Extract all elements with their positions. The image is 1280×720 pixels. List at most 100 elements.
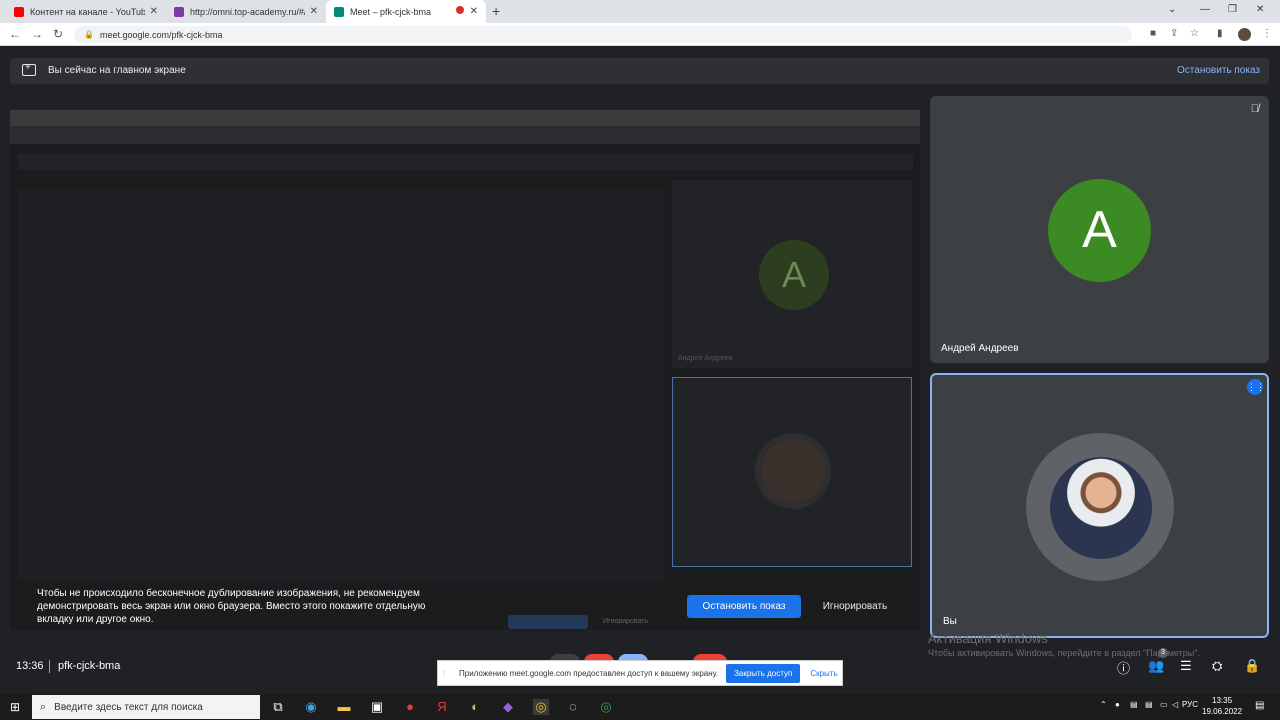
mirror-ignore: Игнорировать (603, 618, 649, 625)
chat-icon[interactable]: ☰ (1180, 658, 1192, 674)
tab-youtube[interactable]: Контент на канале - YouTube St ✕ (6, 0, 166, 23)
mic-tray-icon[interactable]: ● (1115, 700, 1120, 709)
tab-meet[interactable]: Meet – pfk-cjck-bma ✕ (326, 0, 486, 23)
profile-avatar[interactable] (1238, 28, 1251, 41)
meeting-code: pfk-cjck-bma (58, 660, 121, 672)
ignore-button[interactable]: Игнорировать (815, 595, 895, 618)
divider (49, 660, 50, 673)
chrome-active-icon[interactable]: ◎ (533, 699, 549, 715)
stop-presenting-button[interactable]: Остановить показ (687, 595, 801, 618)
menu-icon[interactable]: ⋮ (1262, 28, 1272, 39)
presentation-banner: Вы сейчас на главном экране Остановить п… (10, 58, 1269, 84)
url-text: meet.google.com/pfk-cjck-bma (99, 29, 223, 40)
share-icon[interactable]: ⇪ (1170, 28, 1178, 39)
participant-avatar: A (1048, 179, 1151, 282)
mirror-photo (755, 433, 831, 509)
meeting-clock: 13:36 (16, 660, 44, 672)
browser-tab-strip: Контент на канале - YouTube St ✕ http://… (0, 0, 1280, 23)
volume-icon[interactable]: ◁ (1172, 700, 1178, 709)
tab-search-icon[interactable]: ⌄ (1168, 4, 1176, 15)
mirror-avatar: A (759, 240, 829, 310)
participant-name: Вы (943, 616, 957, 627)
chrome-icon[interactable]: ◎ (598, 699, 614, 715)
close-window-button[interactable]: ✕ (1256, 4, 1264, 15)
yandex-icon[interactable]: Я (434, 699, 450, 715)
edge-icon[interactable]: ◉ (303, 699, 319, 715)
mirror-tabs (10, 110, 920, 126)
participant-name: Андрей Андреев (941, 343, 1019, 354)
search-icon: ⌕ (40, 700, 47, 713)
hide-button[interactable]: Скрыть (810, 669, 837, 678)
obs-icon[interactable]: ◌ (565, 699, 581, 715)
new-tab-button[interactable]: + (492, 3, 500, 19)
windows-start-icon[interactable]: ⊞ (10, 700, 20, 714)
tray-app-icon[interactable]: ▤ (1145, 700, 1153, 709)
participant-tile[interactable]: 🎙̸ A Андрей Андреев (930, 96, 1269, 363)
host-controls-icon[interactable]: 🔒 (1244, 658, 1260, 674)
tab-label: Контент на канале - YouTube St (30, 6, 145, 17)
mirror-stop-button (508, 615, 588, 629)
language-indicator[interactable]: РУС (1182, 700, 1198, 709)
battery-icon[interactable]: ▭ (1160, 700, 1168, 709)
speaking-indicator-icon: ⋮⋮ (1247, 379, 1265, 395)
lock-icon: 🔒 (84, 30, 94, 39)
taskbar-search[interactable]: ⌕ Введите здесь текст для поиска (32, 695, 260, 719)
self-tile[interactable]: ⋮⋮ Вы (930, 373, 1269, 638)
close-icon[interactable]: ✕ (150, 6, 158, 17)
present-icon (22, 62, 36, 76)
sharing-message: Приложению meet.google.com предоставлен … (459, 668, 719, 678)
camera-icon[interactable]: ■ (1150, 28, 1156, 39)
minimize-button[interactable]: — (1200, 4, 1210, 15)
search-placeholder: Введите здесь текст для поиска (54, 701, 203, 713)
close-icon[interactable]: ✕ (310, 6, 318, 17)
task-view-icon[interactable]: ⧉ (270, 699, 286, 715)
reload-icon[interactable]: ↻ (53, 27, 63, 41)
shared-screen: Игнорировать A Андрей Андреев (10, 110, 920, 630)
star-icon[interactable]: ☆ (1190, 28, 1199, 39)
back-icon[interactable]: ← (9, 27, 21, 41)
mic-off-icon: 🎙̸ (1250, 103, 1259, 115)
clock-time: 13:35 (1212, 696, 1233, 705)
forward-icon[interactable]: → (31, 27, 43, 41)
mirror-name: Андрей Андреев (678, 355, 733, 362)
url-field[interactable]: 🔒 meet.google.com/pfk-cjck-bma (74, 26, 1132, 43)
mirror-address (10, 126, 920, 144)
tray-app-icon[interactable]: ▤ (1130, 700, 1138, 709)
app-icon[interactable]: ◐ (467, 699, 483, 715)
screen-sharing-bar: ⁞ Приложению meet.google.com предоставле… (437, 660, 843, 686)
participants-badge: 3 (1158, 648, 1168, 658)
youtube-icon (14, 6, 24, 17)
banner-text: Вы сейчас на главном экране (48, 65, 186, 76)
feedback-warning: Чтобы не происходило бесконечное дублиро… (37, 588, 426, 625)
recording-icon (456, 6, 464, 14)
clock-date: 19.06.2022 (1202, 707, 1243, 716)
visual-studio-icon[interactable]: ◆ (500, 699, 516, 715)
explorer-icon[interactable]: ▬ (336, 699, 352, 715)
activities-icon[interactable]: ⛭ (1212, 658, 1222, 674)
mirror-banner (18, 154, 913, 170)
site-icon (174, 6, 184, 17)
tab-label: http://omni.top-academy.ru/#/ (190, 6, 305, 17)
people-icon[interactable]: 👥 (1148, 658, 1164, 674)
tab-label: Meet – pfk-cjck-bma (350, 6, 432, 17)
self-avatar (1050, 457, 1152, 559)
close-icon[interactable]: ✕ (470, 6, 478, 17)
restore-button[interactable]: ❐ (1228, 4, 1237, 15)
sidebar-icon[interactable]: ▮ (1217, 28, 1223, 39)
activation-title: Активация Windows (928, 631, 1048, 646)
address-bar-row: ← → ↻ 🔒 meet.google.com/pfk-cjck-bma ■ ⇪… (0, 23, 1280, 46)
info-icon[interactable]: ⓘ (1117, 658, 1130, 677)
store-icon[interactable]: ▣ (369, 699, 385, 715)
tray-arrow-icon[interactable]: ⌃ (1100, 700, 1107, 709)
taskbar-clock[interactable]: 13:35 19.06.2022 (1202, 695, 1242, 717)
stop-sharing-link[interactable]: Остановить показ (1177, 65, 1260, 76)
meet-icon (334, 6, 344, 17)
mirror-presentation: Игнорировать (18, 190, 663, 629)
drag-handle-icon[interactable]: ⁞ (443, 669, 449, 678)
mirror-tile: A Андрей Андреев (672, 180, 912, 368)
tab-omni[interactable]: http://omni.top-academy.ru/#/ ✕ (166, 0, 326, 23)
opera-icon[interactable]: ● (402, 699, 418, 715)
stop-access-button[interactable]: Закрыть доступ (726, 663, 801, 683)
notifications-icon[interactable]: ▤ (1255, 700, 1264, 711)
mirror-tile-self (672, 377, 912, 567)
